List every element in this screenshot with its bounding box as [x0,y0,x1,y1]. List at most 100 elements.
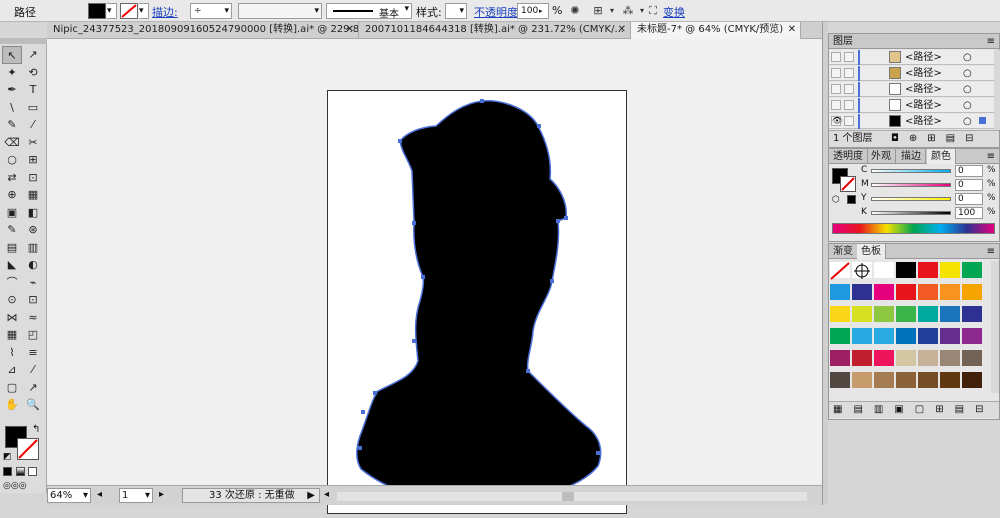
color-swatch[interactable] [829,283,851,301]
tool-button[interactable]: ◣ [2,256,22,274]
fill-dropdown[interactable]: ▾ [107,3,117,19]
artboard[interactable] [327,90,627,514]
color-swatch[interactable] [873,349,895,367]
tool-button[interactable]: ↖ [2,46,22,64]
color-swatch[interactable] [939,327,961,345]
channel-slider[interactable] [871,169,951,173]
canvas-area[interactable] [47,39,822,514]
color-swatch[interactable] [961,283,983,301]
selection-indicator[interactable] [979,117,986,124]
tools-panel-grip[interactable] [0,38,47,44]
color-swatch[interactable] [851,305,873,323]
lock-toggle[interactable] [844,84,854,94]
tool-button[interactable]: ▢ [2,379,22,397]
channel-slider[interactable] [871,211,951,215]
registration-swatch[interactable] [851,261,873,279]
color-swatch[interactable] [873,371,895,389]
channel-value[interactable]: 0 [955,179,983,191]
status-info[interactable]: 33 次还原 : 无重做 ▶ [182,488,320,503]
scroll-left-icon[interactable]: ◂ [324,489,329,500]
tab-document-3[interactable]: 未标题-7* @ 64% (CMYK/预览) ✕ [631,22,801,39]
tab-document-2[interactable]: 2007101184644318 [转换].ai* @ 231.72% (CMY… [359,22,631,39]
tool-button[interactable]: ⊡ [23,291,43,309]
color-swatch[interactable] [829,371,851,389]
tool-button[interactable]: ⇄ [2,169,22,187]
target-icon[interactable]: ○ [963,114,972,129]
eye-icon[interactable]: 👁 [831,116,842,126]
color-swatch[interactable] [961,371,983,389]
next-artboard-icon[interactable]: ▸ [159,489,164,500]
color-swatch[interactable] [895,305,917,323]
tool-button[interactable]: ⊙ [2,291,22,309]
color-spectrum[interactable] [832,223,995,234]
tool-button[interactable]: ⊞ [23,151,43,169]
tool-button[interactable]: ◐ [23,256,43,274]
target-icon[interactable]: ○ [963,98,972,113]
visibility-toggle[interactable] [831,68,841,78]
default-colors-icon[interactable]: ◩ [3,452,12,462]
prev-artboard-icon[interactable]: ◂ [97,489,102,500]
tool-button[interactable]: ⊛ [23,221,43,239]
swatches-scrollbar[interactable] [991,261,999,393]
layers-scrollbar[interactable] [994,50,1000,130]
visibility-toggle[interactable] [831,84,841,94]
align-dropdown-icon[interactable]: ▾ [604,3,620,19]
variable-width-field[interactable]: ▾ [238,3,322,19]
tab-swatches[interactable]: 色板 [857,244,886,259]
none-swatch[interactable] [829,261,851,280]
color-swatch[interactable] [917,371,939,389]
color-swatch[interactable] [961,349,983,367]
color-swatch[interactable] [851,283,873,301]
color-swatch[interactable] [873,327,895,345]
color-swatch[interactable] [829,305,851,323]
layers-panel-header[interactable]: 图层 ≡ [829,34,999,49]
tool-button[interactable]: ▦ [2,326,22,344]
style-dropdown[interactable]: ▾ [445,3,467,19]
color-swatch[interactable] [895,327,917,345]
tool-button[interactable]: ✎ [2,116,22,134]
close-icon[interactable]: ✕ [346,22,354,38]
silhouette-path[interactable] [356,99,602,504]
color-mode-icon[interactable] [3,467,12,476]
tool-button[interactable]: T [23,81,43,99]
last-color-swatch[interactable] [847,195,856,204]
tool-button[interactable]: ▦ [23,186,43,204]
tool-button[interactable]: ≡ [23,344,43,362]
tool-button[interactable]: ↗ [23,46,43,64]
color-swatch[interactable] [873,283,895,301]
color-swatch[interactable] [895,371,917,389]
none-mode-icon[interactable] [28,467,37,476]
channel-value[interactable]: 0 [955,165,983,177]
layer-row[interactable]: <路径> ○ [829,66,996,81]
layer-row[interactable]: 👁 <路径> ○ [829,114,996,129]
channel-slider[interactable] [871,183,951,187]
channel-value[interactable]: 0 [955,193,983,205]
stroke-color-box[interactable] [17,438,39,460]
tool-button[interactable]: ◰ [23,326,43,344]
color-swatch[interactable] [939,305,961,323]
cube-icon[interactable]: ⬡ [832,195,840,205]
tool-button[interactable]: ⊿ [2,361,22,379]
lock-toggle[interactable] [844,100,854,110]
color-swatch[interactable] [895,349,917,367]
target-icon[interactable]: ○ [963,66,972,81]
channel-slider[interactable] [871,197,951,201]
stroke-swatch[interactable] [120,3,138,19]
tool-button[interactable]: ⌫ [2,134,22,152]
tab-appearance[interactable]: 外观 [867,149,896,164]
tool-button[interactable]: ▣ [2,204,22,222]
layers-footer-icons[interactable]: ◘⊕⊞▤⊟ [891,131,984,147]
tool-button[interactable]: \ [2,99,22,117]
tool-button[interactable]: ⁄ [23,361,43,379]
opacity-dropdown[interactable]: ▸ [539,3,549,19]
tool-button[interactable]: ✒ [2,81,22,99]
color-swatch[interactable] [939,371,961,389]
tool-button[interactable]: ✦ [2,64,22,82]
tool-button[interactable]: ◧ [23,204,43,222]
layer-row[interactable]: <路径> ○ [829,98,996,113]
tool-button[interactable]: ▥ [23,239,43,257]
recolor-icon[interactable]: ✺ [567,3,583,19]
channel-value[interactable]: 100 [955,207,983,219]
color-swatch[interactable] [873,261,895,279]
close-icon[interactable]: ✕ [788,22,796,38]
